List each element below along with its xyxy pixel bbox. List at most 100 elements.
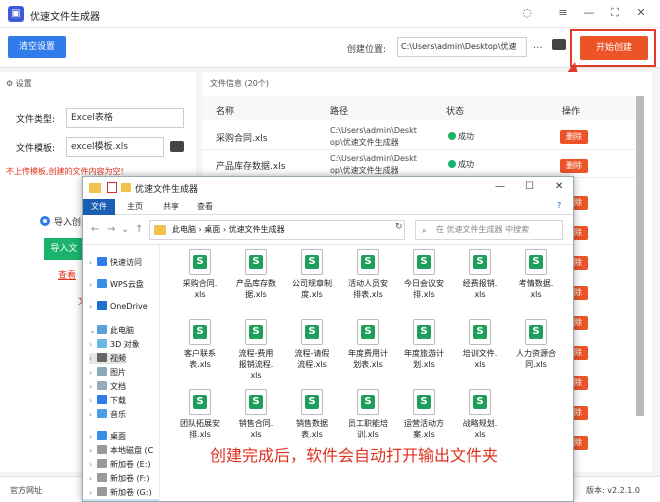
file-item[interactable]: 流程-费用报销流程. xls bbox=[227, 319, 285, 381]
tab-home[interactable]: 主页 bbox=[127, 201, 143, 212]
delete-button[interactable]: 删除 bbox=[560, 130, 588, 144]
import-radio[interactable] bbox=[40, 216, 50, 226]
file-item[interactable]: 销售数据表.xls bbox=[283, 389, 341, 440]
file-name-line: xls bbox=[530, 290, 542, 299]
download-icon bbox=[97, 395, 107, 404]
file-name-line: xls bbox=[250, 371, 262, 380]
tree-item[interactable]: › 3D 对象 bbox=[89, 339, 140, 350]
file-item[interactable]: 公司规章制度.xls bbox=[283, 249, 341, 300]
file-item[interactable]: 人力资源合同.xls bbox=[507, 319, 565, 370]
tree-item[interactable]: › 新加卷 (G:) bbox=[89, 487, 152, 498]
address-bar[interactable]: 此电脑 › 桌面 › 优速文件生成器 bbox=[149, 220, 405, 240]
spreadsheet-icon bbox=[301, 389, 323, 415]
view-link[interactable]: 查看 bbox=[58, 268, 76, 281]
official-site-link[interactable]: 官方网址 bbox=[10, 485, 42, 496]
file-item[interactable]: 团队拓展安排.xls bbox=[171, 389, 229, 440]
maximize-icon[interactable]: ⛶ bbox=[608, 6, 622, 20]
minimize-icon[interactable]: — bbox=[495, 181, 505, 192]
file-name-line: 案.xls bbox=[413, 430, 435, 439]
col-path: 路径 bbox=[330, 107, 349, 117]
tree-scrollbar[interactable] bbox=[159, 245, 160, 501]
close-icon[interactable]: ✕ bbox=[634, 6, 648, 20]
tree-item[interactable]: › 音乐 bbox=[89, 409, 126, 420]
file-name-line: 运营活动方 bbox=[404, 419, 444, 428]
tree-item[interactable]: › 新加卷 (F:) bbox=[89, 473, 149, 484]
file-name-line: 报销流程. bbox=[238, 360, 274, 369]
file-item[interactable]: 今日会议安排.xls bbox=[395, 249, 453, 300]
tree-item[interactable]: › 文档 bbox=[89, 381, 126, 392]
file-name-line: xls bbox=[194, 290, 206, 299]
computer-icon bbox=[97, 325, 107, 334]
close-icon[interactable]: ✕ bbox=[555, 181, 563, 192]
clear-settings-button[interactable]: 清空设置 bbox=[8, 36, 66, 58]
version-text: 版本: v2.2.1.0 bbox=[586, 486, 640, 495]
tab-share[interactable]: 共享 bbox=[163, 201, 179, 212]
menu-icon[interactable]: ≡ bbox=[556, 6, 570, 20]
tree-item[interactable]: › 新加卷 (E:) bbox=[89, 459, 151, 470]
file-item[interactable]: 考情数据. xls bbox=[507, 249, 565, 300]
file-item[interactable]: 活动人员安排表.xls bbox=[339, 249, 397, 300]
file-name-line: 培训文件. bbox=[462, 349, 498, 358]
folder-icon[interactable] bbox=[552, 39, 566, 50]
help-icon[interactable]: ? bbox=[557, 201, 561, 210]
tree-item[interactable]: › 图片 bbox=[89, 367, 126, 378]
delete-button[interactable]: 删除 bbox=[560, 159, 588, 173]
minimize-icon[interactable]: — bbox=[582, 6, 596, 20]
file-name-line: 划.xls bbox=[413, 360, 435, 369]
maximize-icon[interactable]: ☐ bbox=[525, 181, 534, 192]
file-item[interactable]: 年度旅游计划.xls bbox=[395, 319, 453, 370]
tab-file[interactable]: 文件 bbox=[83, 199, 115, 215]
skin-icon[interactable]: ◌ bbox=[520, 6, 534, 20]
up-icon[interactable]: ↑ bbox=[135, 224, 143, 235]
new-folder-icon[interactable] bbox=[121, 183, 131, 192]
file-name-line: 人力资源合 bbox=[516, 349, 556, 358]
row-name: 产品库存数据.xls bbox=[216, 162, 286, 172]
spreadsheet-icon bbox=[189, 249, 211, 275]
tree-item[interactable]: › 下载 bbox=[89, 395, 126, 406]
search-input[interactable]: ⌕ 在 优速文件生成器 中搜索 bbox=[415, 220, 563, 240]
tree-item[interactable]: ⌄ 此电脑 bbox=[89, 325, 134, 336]
start-create-button[interactable]: 开始创建 bbox=[580, 36, 648, 60]
file-type-select[interactable]: Excel表格 bbox=[66, 108, 184, 128]
settings-header: ⚙ 设置 bbox=[6, 79, 32, 88]
refresh-icon[interactable]: ↻ bbox=[395, 222, 403, 232]
explorer-titlebar: 优速文件生成器 — ☐ ✕ bbox=[83, 177, 573, 199]
tab-view[interactable]: 查看 bbox=[197, 201, 213, 212]
tree-item[interactable]: › 桌面 bbox=[89, 431, 126, 442]
file-name-line: 排.xls bbox=[189, 430, 211, 439]
spreadsheet-icon bbox=[245, 249, 267, 275]
file-item[interactable]: 经费报销. xls bbox=[451, 249, 509, 300]
file-item[interactable]: 销售合同. xls bbox=[227, 389, 285, 440]
file-type-label: 文件类型: bbox=[16, 115, 56, 125]
file-item[interactable]: 战略规划. xls bbox=[451, 389, 509, 440]
tree-item[interactable]: › 本地磁盘 (C bbox=[89, 445, 153, 456]
back-icon[interactable]: ← bbox=[91, 224, 99, 235]
file-item[interactable]: 产品库存数据.xls bbox=[227, 249, 285, 300]
more-button[interactable]: ... bbox=[533, 40, 543, 51]
properties-icon[interactable] bbox=[107, 182, 117, 193]
tree-item[interactable]: › WPS云盘 bbox=[89, 279, 144, 290]
file-item[interactable]: 年度费用计划表.xls bbox=[339, 319, 397, 370]
tree-item[interactable]: › 视频 bbox=[89, 353, 126, 364]
file-item[interactable]: 运营活动方案.xls bbox=[395, 389, 453, 440]
success-icon bbox=[448, 132, 456, 140]
file-item[interactable]: 流程-请假流程.xls bbox=[283, 319, 341, 370]
table-scrollbar[interactable] bbox=[636, 96, 644, 416]
file-name-line: 流程-请假 bbox=[294, 349, 330, 358]
tree-item[interactable]: › OneDrive bbox=[89, 301, 148, 311]
file-item[interactable]: 客户联系表.xls bbox=[171, 319, 229, 370]
import-button[interactable]: 导入文 bbox=[44, 238, 84, 260]
desktop-icon bbox=[97, 431, 107, 440]
file-item[interactable]: 培训文件. xls bbox=[451, 319, 509, 370]
file-item[interactable]: 员工职能培训.xls bbox=[339, 389, 397, 440]
tree-item[interactable]: › 快速访问 bbox=[89, 257, 142, 268]
import-radio-label: 导入创 bbox=[54, 218, 82, 228]
location-input[interactable]: C:\Users\admin\Desktop\优速 bbox=[397, 37, 527, 57]
forward-icon[interactable]: → bbox=[107, 224, 115, 235]
file-item[interactable]: 采购合同. xls bbox=[171, 249, 229, 300]
recent-icon[interactable]: ⌄ bbox=[121, 224, 129, 235]
template-folder-icon[interactable] bbox=[170, 141, 184, 152]
template-input[interactable]: excel模板.xls bbox=[66, 137, 164, 157]
spreadsheet-icon bbox=[413, 389, 435, 415]
file-name-line: 销售数据 bbox=[296, 419, 328, 428]
